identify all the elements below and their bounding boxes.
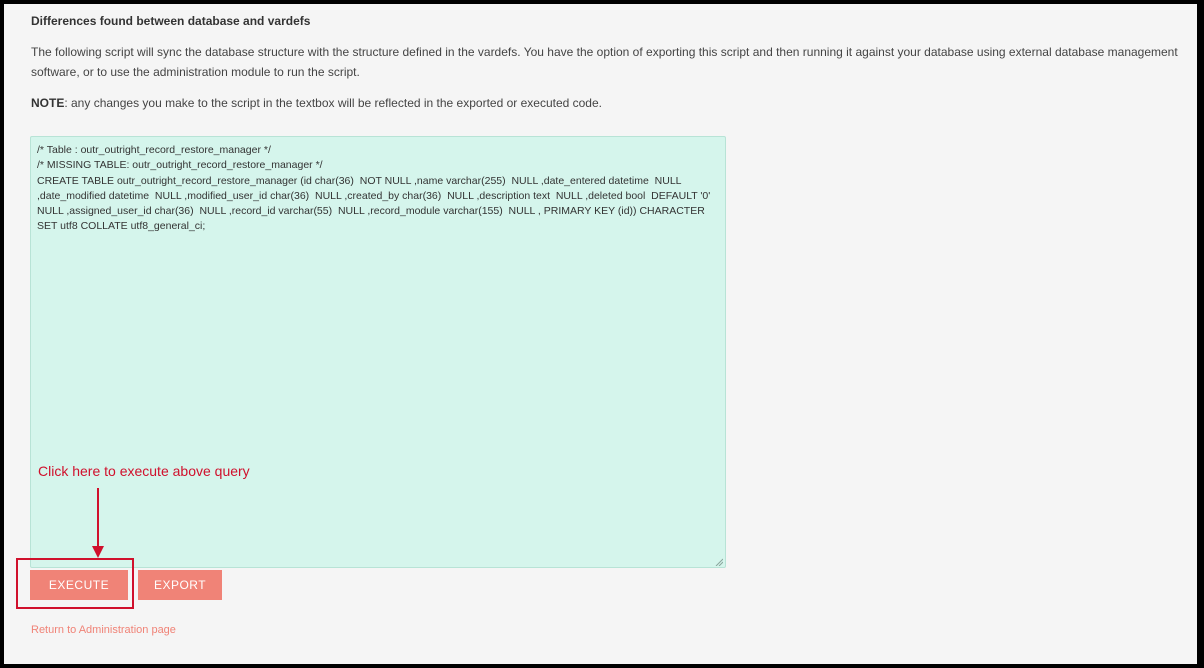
- export-button[interactable]: EXPORT: [138, 570, 222, 600]
- execute-button[interactable]: EXECUTE: [30, 570, 128, 600]
- note-body: : any changes you make to the script in …: [64, 96, 602, 110]
- note-label: NOTE: [31, 96, 65, 110]
- intro-text: The following script will sync the datab…: [31, 45, 1178, 79]
- section-title: Differences found between database and v…: [31, 14, 311, 28]
- note-text: NOTE: any changes you make to the script…: [31, 96, 602, 110]
- annotation-callout: Click here to execute above query: [38, 463, 250, 479]
- page-frame: Differences found between database and v…: [4, 4, 1197, 664]
- return-to-admin-link[interactable]: Return to Administration page: [31, 624, 176, 636]
- sql-script-textarea[interactable]: /* Table : outr_outright_record_restore_…: [30, 136, 726, 568]
- resize-grip-icon[interactable]: [715, 558, 723, 566]
- annotation-arrow-icon: [92, 488, 104, 558]
